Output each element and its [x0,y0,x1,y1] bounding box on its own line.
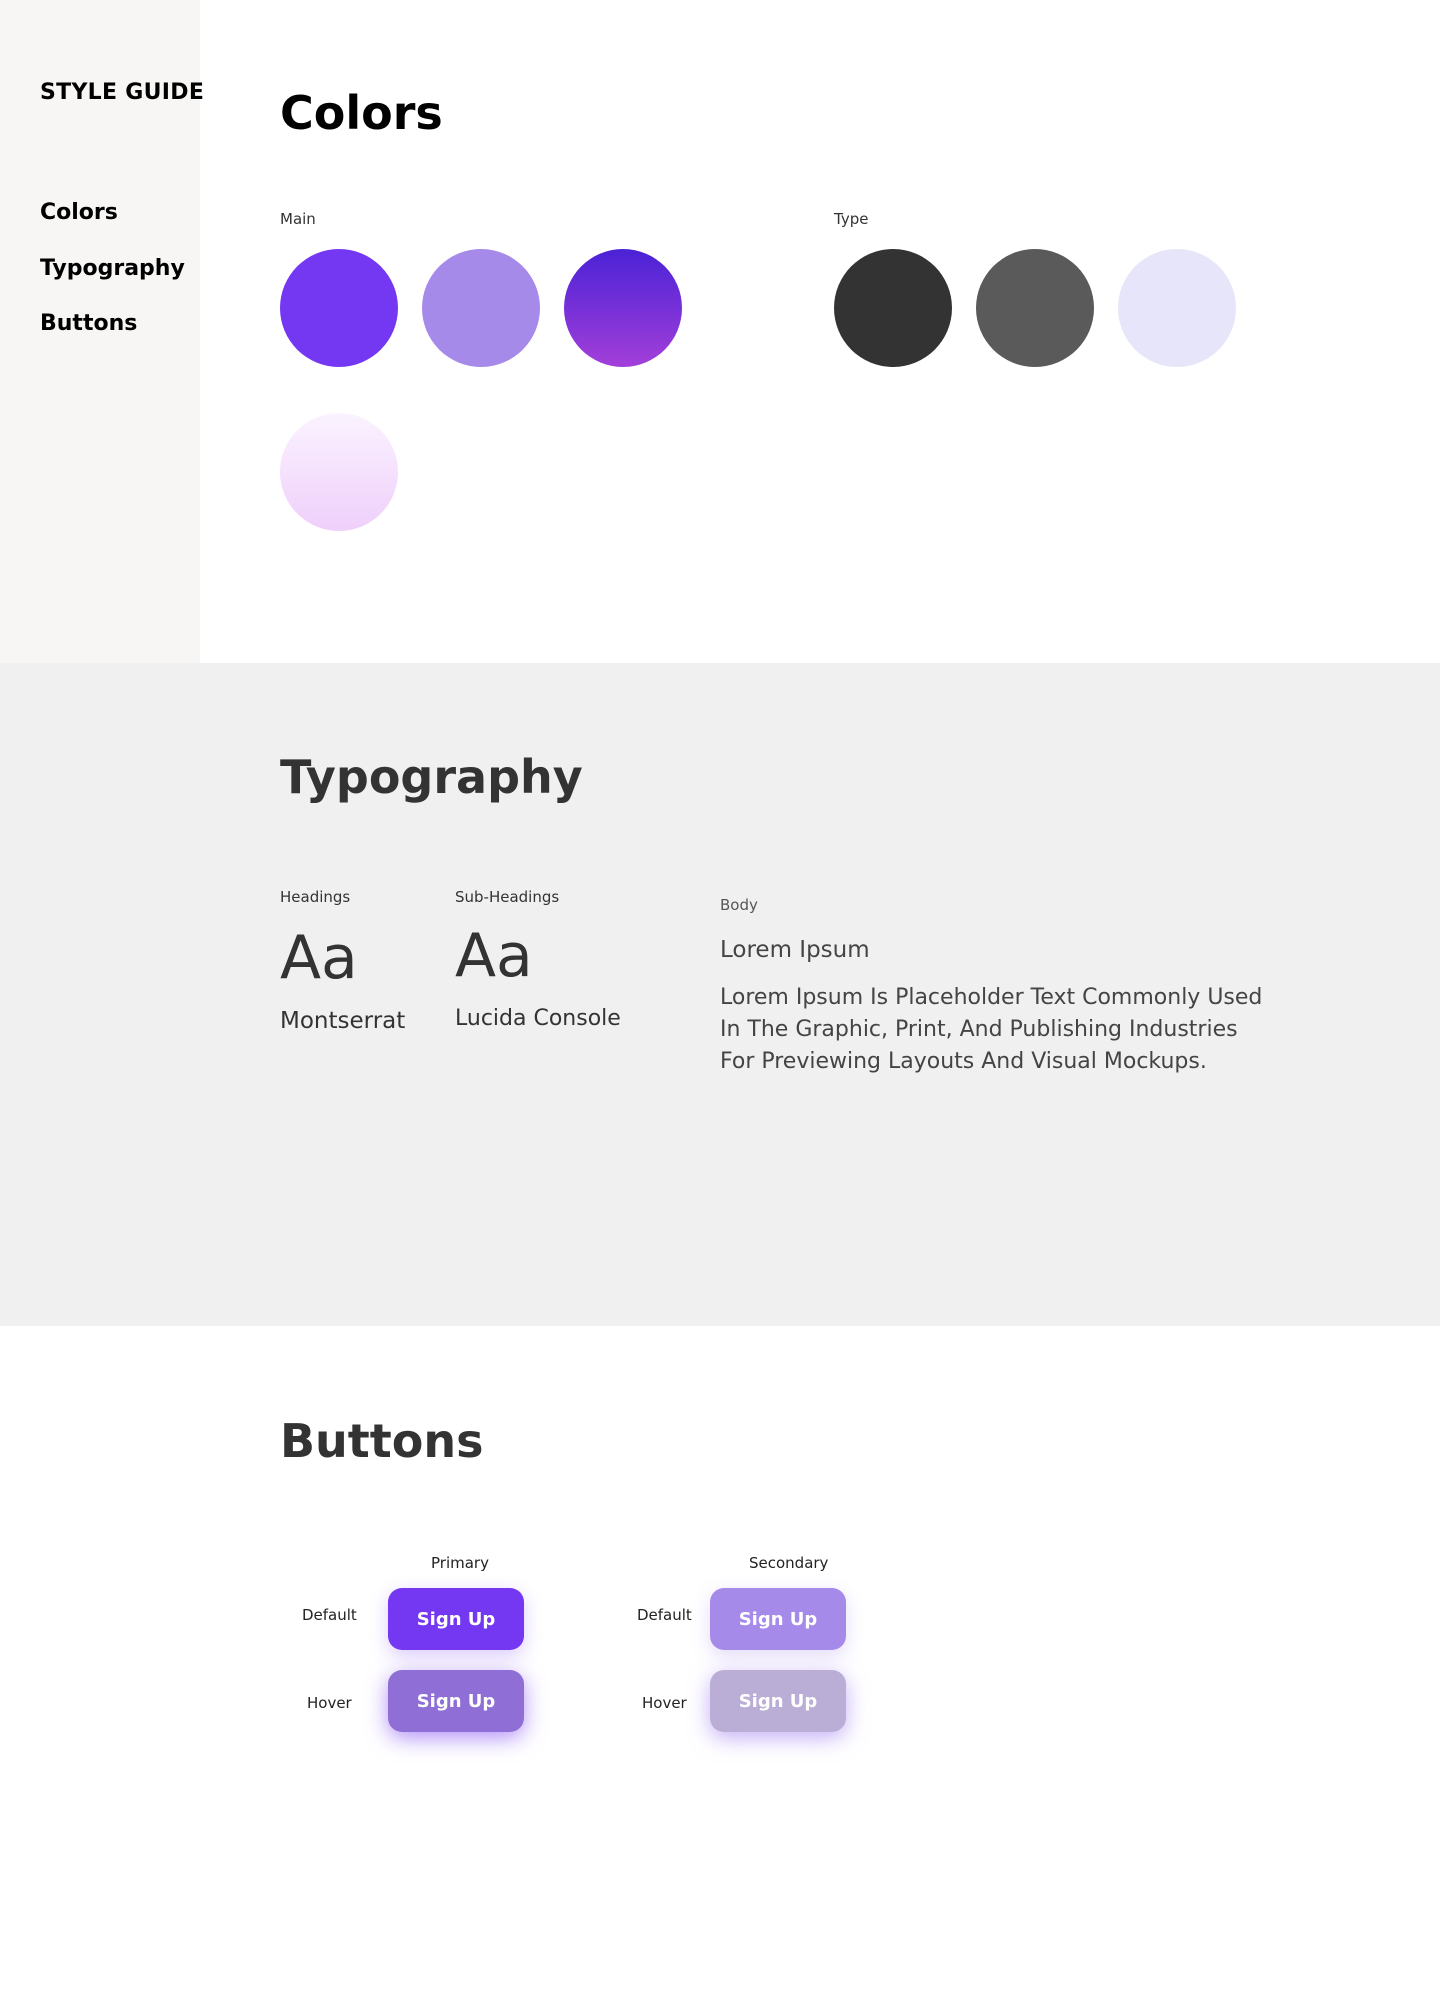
body-heading-sample: Lorem Ipsum [720,937,870,963]
secondary-hover-button[interactable]: Sign Up [710,1670,846,1732]
body-text-line-3: For Previewing Layouts And Visual Mockup… [720,1049,1207,1074]
primary-default-button[interactable]: Sign Up [388,1588,524,1650]
body-text-line-1: Lorem Ipsum Is Placeholder Text Commonly… [720,985,1263,1010]
subheadings-sample: Aa [455,921,533,991]
sidebar-item-colors[interactable]: Colors [40,200,118,225]
primary-default-label: Default [302,1606,357,1624]
primary-column-label: Primary [431,1554,489,1572]
secondary-hover-label: Hover [642,1694,687,1712]
headings-font-name: Montserrat [280,1008,406,1034]
sidebar-item-buttons[interactable]: Buttons [40,311,137,336]
main-swatch-3 [564,249,682,367]
type-swatch-1 [834,249,952,367]
type-colors-label: Type [834,210,869,228]
subheadings-label: Sub-Headings [455,888,560,906]
sidebar-item-typography[interactable]: Typography [40,256,185,281]
type-swatch-3 [1118,249,1236,367]
primary-hover-label: Hover [307,1694,352,1712]
secondary-column-label: Secondary [749,1554,829,1572]
type-swatch-2 [976,249,1094,367]
colors-title: Colors [280,86,443,140]
secondary-default-label: Default [637,1606,692,1624]
headings-label: Headings [280,888,351,906]
main-swatch-2 [422,249,540,367]
main-swatch-4 [280,413,398,531]
primary-hover-button[interactable]: Sign Up [388,1670,524,1732]
brand-title: STYLE GUIDE [40,80,205,105]
body-label: Body [720,896,758,914]
subheadings-font-name: Lucida Console [455,1006,621,1031]
buttons-title: Buttons [280,1414,484,1468]
typography-title: Typography [280,750,583,804]
headings-sample: Aa [280,923,358,993]
main-colors-label: Main [280,210,316,228]
body-text-line-2: In The Graphic, Print, And Publishing In… [720,1017,1238,1042]
secondary-default-button[interactable]: Sign Up [710,1588,846,1650]
main-swatch-1 [280,249,398,367]
